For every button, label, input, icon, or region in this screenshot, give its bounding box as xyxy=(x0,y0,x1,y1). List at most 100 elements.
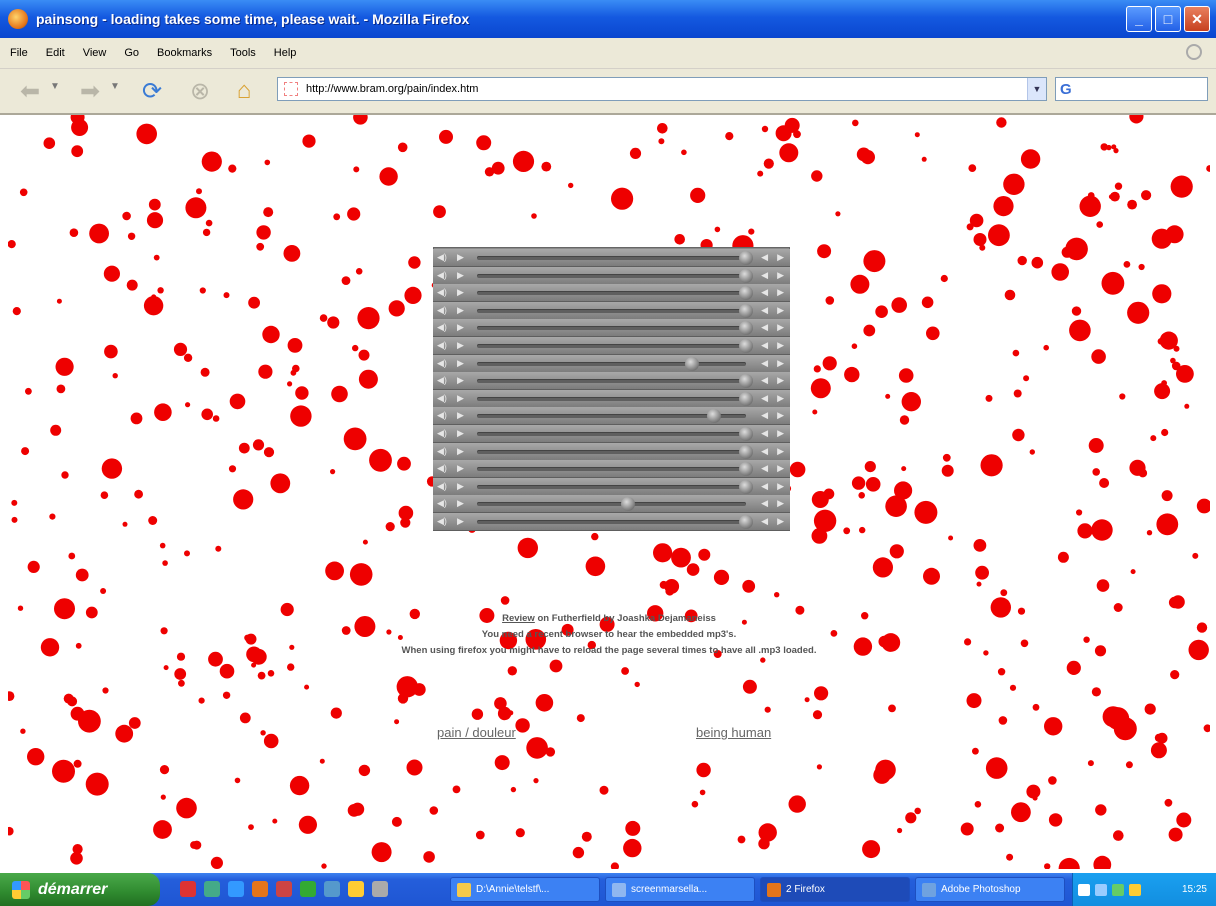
seek-knob[interactable] xyxy=(739,374,753,389)
next-button[interactable]: ▶ xyxy=(777,287,784,298)
seek-track[interactable] xyxy=(477,321,753,336)
prev-button[interactable]: ◀ xyxy=(761,270,768,281)
next-button[interactable]: ▶ xyxy=(777,305,784,316)
reload-button[interactable]: ⟳ xyxy=(138,77,166,105)
seek-knob[interactable] xyxy=(739,479,753,494)
audio-player[interactable]: ◀) ▶ ◀ ▶ xyxy=(433,266,790,285)
audio-player[interactable]: ◀) ▶ ◀ ▶ xyxy=(433,319,790,338)
play-button[interactable]: ▶ xyxy=(457,393,464,404)
seek-track[interactable] xyxy=(477,515,753,529)
ie-icon[interactable] xyxy=(228,881,244,897)
next-button[interactable]: ▶ xyxy=(777,270,784,281)
next-button[interactable]: ▶ xyxy=(777,516,784,527)
network-icon[interactable] xyxy=(300,881,316,897)
play-button[interactable]: ▶ xyxy=(457,410,464,421)
menu-file[interactable]: File xyxy=(10,47,28,59)
prev-button[interactable]: ◀ xyxy=(761,358,768,369)
volume-icon[interactable]: ◀) xyxy=(437,340,447,351)
seek-knob[interactable] xyxy=(739,462,753,477)
seek-track[interactable] xyxy=(477,444,753,459)
play-button[interactable]: ▶ xyxy=(457,498,464,509)
seek-track[interactable] xyxy=(477,374,753,389)
audio-player[interactable]: ◀) ▶ ◀ ▶ xyxy=(433,389,790,408)
url-dropdown-button[interactable]: ▼ xyxy=(1027,78,1046,100)
media-icon[interactable] xyxy=(204,881,220,897)
network-icon[interactable] xyxy=(1095,883,1107,896)
task-photoshop[interactable]: Adobe Photoshop xyxy=(915,877,1065,902)
seek-track[interactable] xyxy=(477,409,746,424)
audio-player[interactable]: ◀) ▶ ◀ ▶ xyxy=(433,460,790,479)
prev-button[interactable]: ◀ xyxy=(761,305,768,316)
play-button[interactable]: ▶ xyxy=(457,463,464,474)
play-button[interactable]: ▶ xyxy=(457,252,464,263)
menu-tools[interactable]: Tools xyxy=(230,47,256,59)
volume-icon[interactable]: ◀) xyxy=(437,393,447,404)
prev-button[interactable]: ◀ xyxy=(761,340,768,351)
review-link[interactable]: Review xyxy=(502,613,535,624)
prev-button[interactable]: ◀ xyxy=(761,428,768,439)
seek-knob[interactable] xyxy=(739,268,753,283)
seek-knob[interactable] xyxy=(739,427,753,441)
volume-icon[interactable]: ◀) xyxy=(437,375,447,386)
seek-track[interactable] xyxy=(477,286,753,301)
forward-history-dropdown[interactable]: ▼ xyxy=(110,81,120,92)
menu-go[interactable]: Go xyxy=(124,47,139,59)
start-button[interactable]: démarrer xyxy=(0,873,160,906)
task-firefox[interactable]: 2 Firefox xyxy=(760,877,910,902)
play-button[interactable]: ▶ xyxy=(457,375,464,386)
seek-track[interactable] xyxy=(477,268,753,283)
prev-button[interactable]: ◀ xyxy=(761,393,768,404)
next-button[interactable]: ▶ xyxy=(777,393,784,404)
seek-knob[interactable] xyxy=(739,515,753,529)
seek-knob[interactable] xyxy=(739,286,753,301)
play-button[interactable]: ▶ xyxy=(457,358,464,369)
prev-button[interactable]: ◀ xyxy=(761,410,768,421)
prev-button[interactable]: ◀ xyxy=(761,252,768,263)
search-box[interactable]: G xyxy=(1055,77,1208,101)
forward-button[interactable]: ➡ xyxy=(76,77,104,105)
back-history-dropdown[interactable]: ▼ xyxy=(50,81,60,92)
seek-track[interactable] xyxy=(477,356,746,371)
seek-track[interactable] xyxy=(477,303,753,318)
next-button[interactable]: ▶ xyxy=(777,498,784,509)
seek-knob[interactable] xyxy=(739,391,753,406)
next-button[interactable]: ▶ xyxy=(777,463,784,474)
seek-track[interactable] xyxy=(477,391,753,406)
volume-icon[interactable]: ◀) xyxy=(437,358,447,369)
next-button[interactable]: ▶ xyxy=(777,428,784,439)
volume-icon[interactable]: ◀) xyxy=(437,287,447,298)
menu-view[interactable]: View xyxy=(83,47,107,59)
link-being-human[interactable]: being human xyxy=(696,725,771,740)
menu-edit[interactable]: Edit xyxy=(46,47,65,59)
search-engine-icon[interactable]: G xyxy=(1060,81,1072,98)
audio-player[interactable]: ◀) ▶ ◀ ▶ xyxy=(433,284,790,303)
tool-icon[interactable] xyxy=(348,881,364,897)
volume-icon[interactable]: ◀) xyxy=(437,428,447,439)
play-button[interactable]: ▶ xyxy=(457,270,464,281)
firefox-icon[interactable] xyxy=(252,881,268,897)
volume-icon[interactable]: ◀) xyxy=(437,463,447,474)
next-button[interactable]: ▶ xyxy=(777,252,784,263)
play-button[interactable]: ▶ xyxy=(457,287,464,298)
volume-icon[interactable]: ◀) xyxy=(437,516,447,527)
seek-knob[interactable] xyxy=(739,339,753,353)
volume-icon[interactable]: ◀) xyxy=(437,322,447,333)
stop-button[interactable]: ⊗ xyxy=(186,77,214,105)
play-button[interactable]: ▶ xyxy=(457,446,464,457)
next-button[interactable]: ▶ xyxy=(777,446,784,457)
seek-knob[interactable] xyxy=(739,321,753,336)
seek-knob[interactable] xyxy=(620,497,635,512)
volume-icon[interactable]: ◀) xyxy=(437,481,447,492)
seek-track[interactable] xyxy=(477,462,753,477)
play-button[interactable]: ▶ xyxy=(457,305,464,316)
back-button[interactable]: ⬅ xyxy=(16,77,44,105)
audio-player[interactable]: ◀) ▶ ◀ ▶ xyxy=(433,477,790,496)
volume-icon[interactable]: ◀) xyxy=(437,410,447,421)
audio-player[interactable]: ◀) ▶ ◀ ▶ xyxy=(433,354,790,373)
next-button[interactable]: ▶ xyxy=(777,340,784,351)
close-button[interactable]: ✕ xyxy=(1184,6,1210,32)
next-button[interactable]: ▶ xyxy=(777,358,784,369)
audio-player[interactable]: ◀) ▶ ◀ ▶ xyxy=(433,372,790,391)
seek-knob[interactable] xyxy=(739,444,753,459)
next-button[interactable]: ▶ xyxy=(777,410,784,421)
